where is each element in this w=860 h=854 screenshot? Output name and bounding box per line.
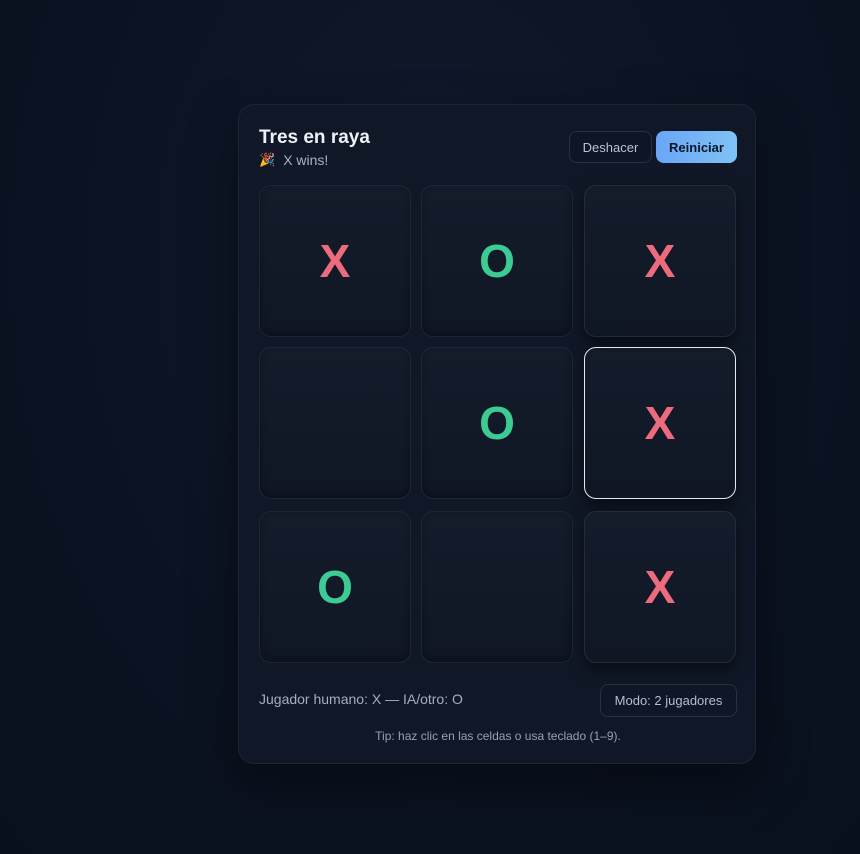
game-status: 🎉 X wins!: [259, 152, 328, 168]
board-cell-2[interactable]: O: [421, 185, 573, 337]
board-cell-8[interactable]: [421, 511, 573, 663]
mode-button[interactable]: Modo: 2 jugadores: [600, 684, 737, 717]
board-cell-9[interactable]: X: [584, 511, 736, 663]
board-cell-6[interactable]: X: [584, 347, 736, 499]
party-popper-icon: 🎉: [259, 152, 276, 167]
board-cell-7[interactable]: O: [259, 511, 411, 663]
o-mark: O: [479, 235, 515, 287]
x-mark: X: [644, 561, 676, 613]
board-cell-1[interactable]: X: [259, 185, 411, 337]
x-mark: X: [319, 235, 351, 287]
players-info: Jugador humano: X — IA/otro: O: [259, 691, 463, 707]
board-cell-5[interactable]: O: [421, 347, 573, 499]
game-card: Tres en raya 🎉 X wins! Deshacer Reinicia…: [238, 104, 756, 764]
reset-button[interactable]: Reiniciar: [656, 131, 737, 163]
keyboard-tip: Tip: haz clic en las celdas o usa teclad…: [375, 729, 621, 743]
x-mark: X: [644, 397, 676, 449]
status-text: X wins!: [283, 152, 329, 168]
x-mark: X: [644, 235, 676, 287]
game-title: Tres en raya: [259, 127, 370, 148]
undo-button[interactable]: Deshacer: [569, 131, 652, 163]
o-mark: O: [317, 561, 353, 613]
board-cell-3[interactable]: X: [584, 185, 736, 337]
board-cell-4[interactable]: [259, 347, 411, 499]
o-mark: O: [479, 397, 515, 449]
